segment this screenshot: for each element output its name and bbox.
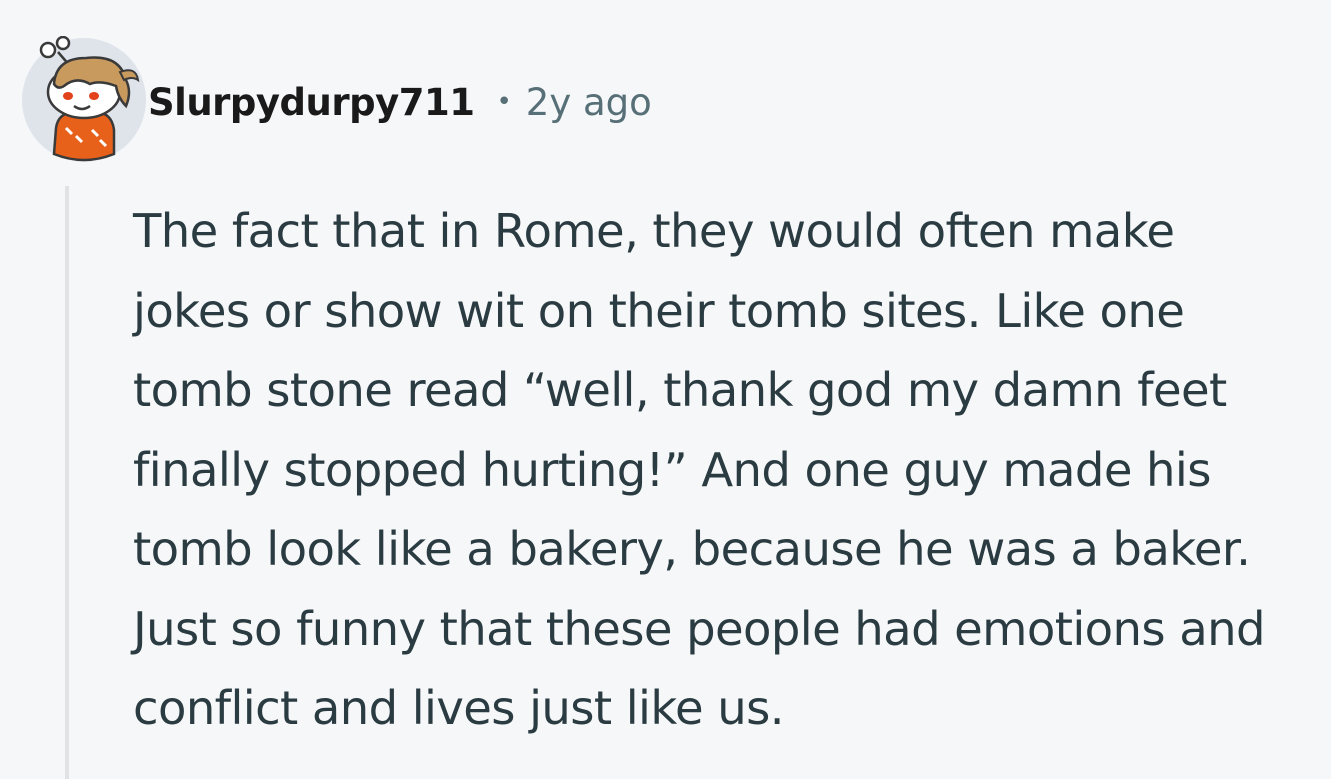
snoo-avatar-icon (22, 36, 146, 162)
user-avatar[interactable] (20, 36, 148, 164)
comment-body: The fact that in Rome, they would often … (133, 204, 1265, 735)
timestamp-link[interactable]: 2y ago (526, 81, 652, 124)
comment-header: Slurpydurpy711 • 2y ago (148, 70, 652, 134)
username-link[interactable]: Slurpydurpy711 (148, 81, 475, 124)
separator-dot: • (496, 87, 512, 117)
thread-collapse-line[interactable] (65, 186, 69, 779)
comment: Slurpydurpy711 • 2y ago The fact that in… (0, 0, 1331, 779)
